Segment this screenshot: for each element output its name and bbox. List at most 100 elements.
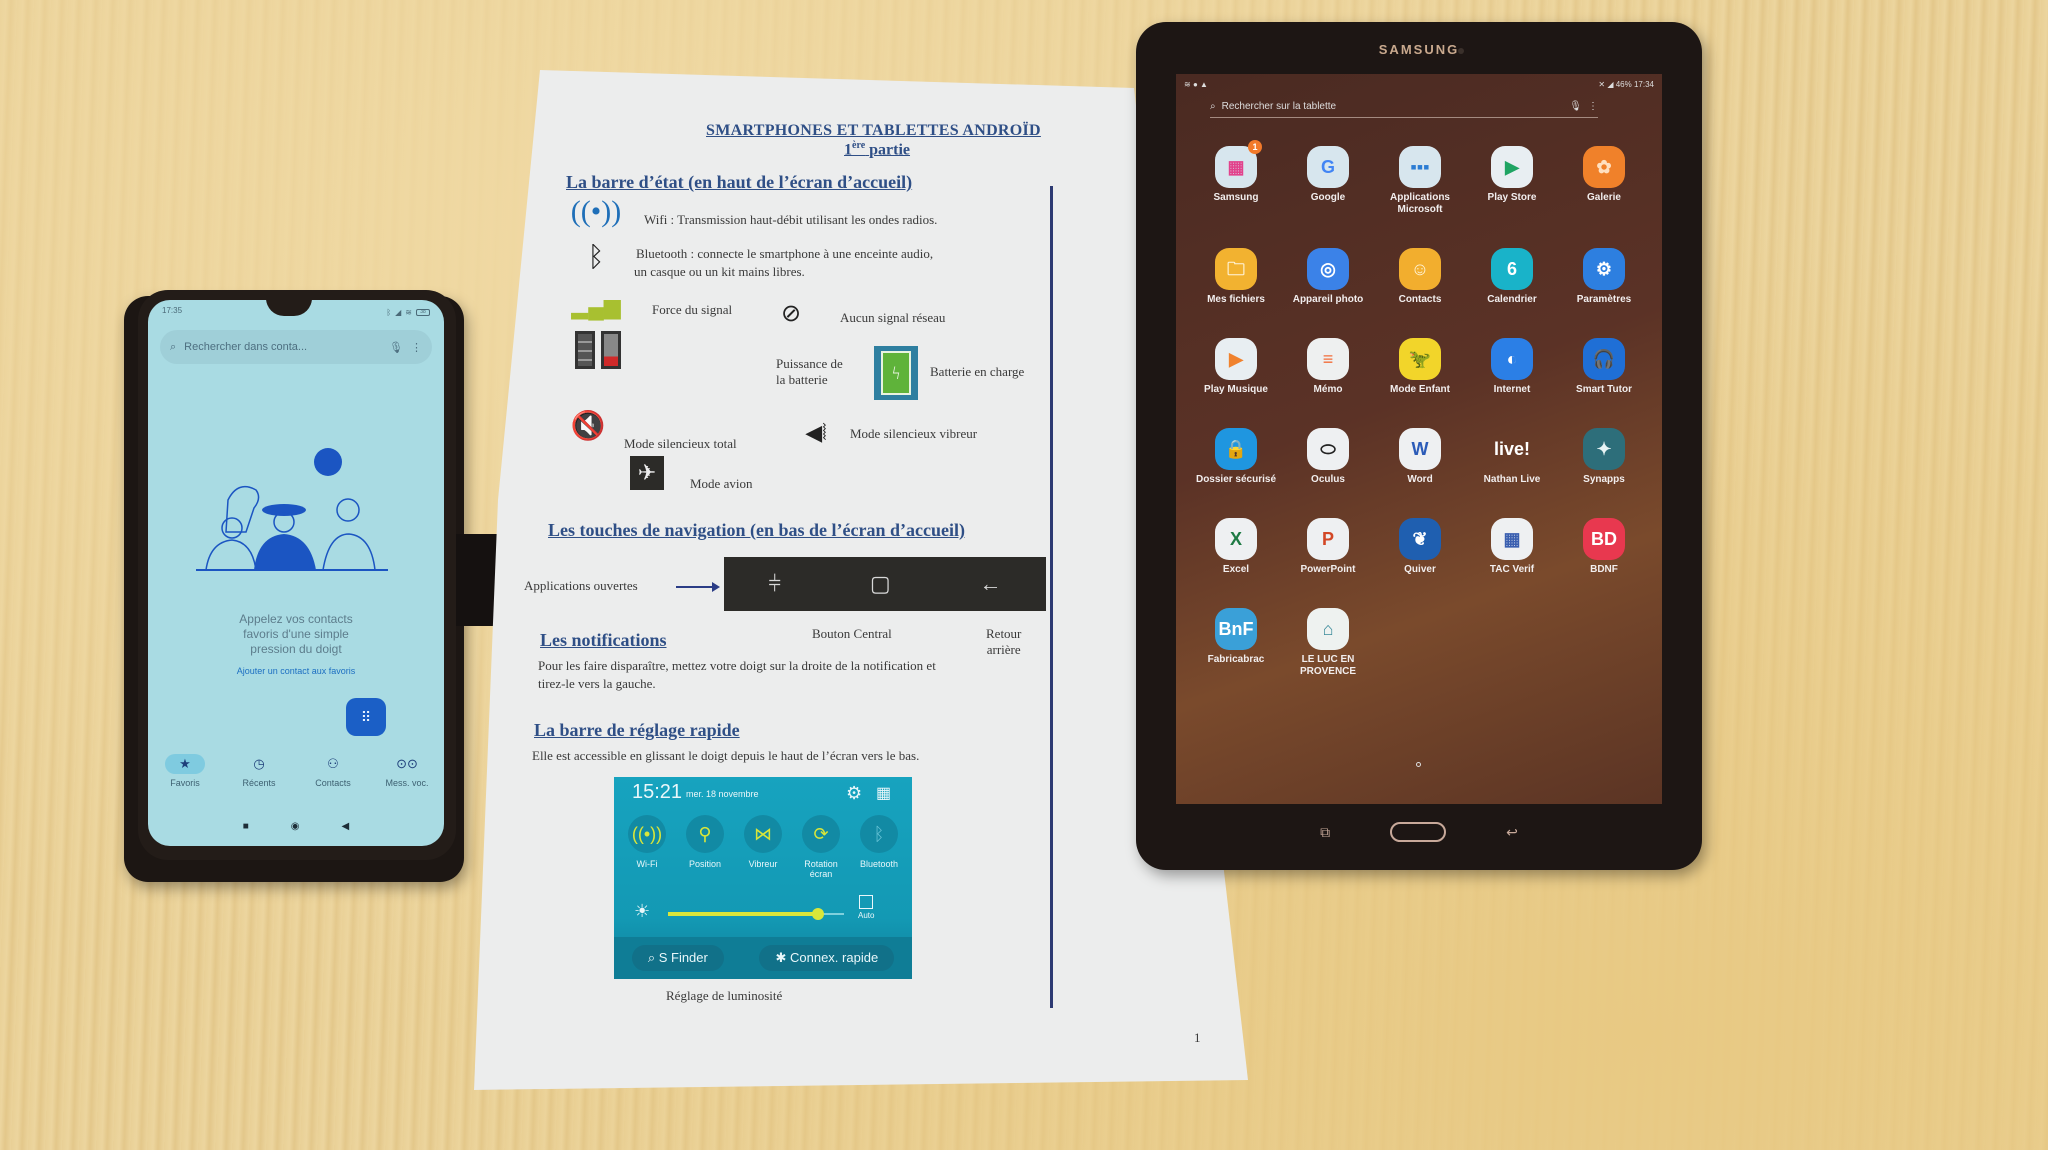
tablet: SAMSUNG ≋ ● ▲ ✕ ◢ 46% 17:34 ⌕ Rechercher… (1136, 22, 1702, 870)
app-mode-enfant[interactable]: 🦖 Mode Enfant (1374, 338, 1466, 396)
home-key[interactable] (1390, 822, 1447, 842)
app-dossier-s-curis-[interactable]: 🔒 Dossier sécurisé (1190, 428, 1282, 486)
battery-charging-label: Batterie en charge (930, 364, 1025, 379)
app-icon: P (1307, 518, 1349, 560)
grid-edit-icon: ▦ (876, 785, 892, 802)
search-input[interactable]: Rechercher dans conta... (184, 341, 381, 353)
qs-time: 15:21 (632, 781, 683, 803)
s-finder-pill: ⌕ S Finder (631, 945, 724, 971)
back-key[interactable]: ↩ (1506, 824, 1518, 841)
app-icon: ☺ (1399, 248, 1441, 290)
phone-system-nav: ■ ◉ ◀ (148, 816, 444, 836)
tab-recents[interactable]: ◷ Récents (228, 754, 290, 804)
auto-label: Auto (858, 911, 875, 920)
app-icon: ⌂ (1307, 608, 1349, 650)
app-label: Synapps (1583, 474, 1625, 485)
app-m-mo[interactable]: ≡ Mémo (1282, 338, 1374, 396)
search-input[interactable]: Rechercher sur la tablette (1222, 101, 1564, 112)
search-icon: ⌕ (647, 950, 659, 965)
app-appareil-photo[interactable]: ◎ Appareil photo (1282, 248, 1374, 306)
app-google[interactable]: G Google (1282, 146, 1374, 216)
app-contacts[interactable]: ☺ Contacts (1374, 248, 1466, 306)
signal-strength-icon: ▂▄▆ (571, 294, 621, 319)
people-icon: ⚇ (327, 756, 339, 771)
app-internet[interactable]: ◐ Internet (1466, 338, 1558, 396)
qs-tile-label: Position (688, 859, 722, 869)
brightness-slider (668, 908, 844, 920)
app-play-store[interactable]: ▶ Play Store (1466, 146, 1558, 216)
app-oculus[interactable]: ⬭ Oculus (1282, 428, 1374, 486)
app-excel[interactable]: X Excel (1190, 518, 1282, 576)
add-favorite-link[interactable]: Ajouter un contact aux favoris (148, 666, 444, 676)
microphone-icon[interactable]: 🎙 (389, 341, 403, 354)
qs-tile-label: Bluetooth (859, 859, 899, 869)
vibrate-icon: ⋈ (744, 815, 782, 853)
app-mes-fichiers[interactable]: 🗀 Mes fichiers (1190, 248, 1282, 306)
home-button[interactable]: ◉ (291, 821, 300, 832)
app-label: Mes fichiers (1207, 294, 1265, 305)
tablet-search-bar[interactable]: ⌕ Rechercher sur la tablette 🎙 ⋮ (1210, 96, 1598, 118)
heading-status-bar: La barre d’état (en haut de l’écran d’ac… (566, 172, 913, 192)
microphone-icon[interactable]: 🎙 (1569, 101, 1582, 112)
app-quiver[interactable]: ❦ Quiver (1374, 518, 1466, 576)
app-label: Google (1310, 192, 1346, 203)
tab-favoris[interactable]: ★ Favoris (154, 754, 216, 804)
app-nathan-live[interactable]: live! Nathan Live (1466, 428, 1558, 486)
app-label: TAC Verif (1489, 564, 1535, 575)
app-synapps[interactable]: ✦ Synapps (1558, 428, 1650, 486)
recents-button[interactable]: ■ (243, 821, 249, 832)
qs-bottom-bar: ⌕ S Finder ✱ Connex. rapide (614, 937, 912, 979)
recents-key[interactable]: ⧉ (1320, 824, 1330, 841)
qs-tile-label: Wi-Fi (636, 859, 658, 869)
silent-mode-label: Mode silencieux total (624, 436, 737, 451)
app-smart-tutor[interactable]: 🎧 Smart Tutor (1558, 338, 1650, 396)
tab-contacts[interactable]: ⚇ Contacts (302, 754, 364, 804)
notifications-text-line1: Pour les faire disparaître, mettez votre… (538, 658, 936, 673)
qs-date: mer. 18 novembre (686, 789, 759, 799)
wifi-icon: ((•)) (628, 815, 666, 853)
airplane-mode-icon: ✈ (630, 456, 664, 490)
app-applications-microsoft[interactable]: ▪▪▪ Applications Microsoft (1374, 146, 1466, 216)
app-powerpoint[interactable]: P PowerPoint (1282, 518, 1374, 576)
app-icon: 🔒 (1215, 428, 1257, 470)
app-fabricabrac[interactable]: BnF Fabricabrac (1190, 608, 1282, 678)
app-icon: 6 (1491, 248, 1533, 290)
app-icon: 🎧 (1583, 338, 1625, 380)
app-label: Play Musique (1204, 384, 1268, 395)
tab-voicemail[interactable]: ⊙⊙ Mess. voc. (376, 754, 438, 804)
more-options-icon[interactable]: ⋮ (1588, 101, 1598, 112)
app-play-musique[interactable]: ▶ Play Musique (1190, 338, 1282, 396)
brightness-icon: ☀ (634, 901, 651, 921)
app-icon: ⬭ (1307, 428, 1349, 470)
heading-navigation: Les touches de navigation (en bas de l’é… (548, 520, 965, 540)
document-subtitle: 1ère partie (844, 140, 910, 159)
app-tac-verif[interactable]: ▦ TAC Verif (1466, 518, 1558, 576)
favorites-illustration (196, 448, 388, 571)
app-grid: ▦ 1 Samsung G Google ▪▪▪ Applications Microsof… (1190, 140, 1650, 678)
app-label: Quiver (1404, 564, 1436, 575)
no-signal-label: Aucun signal réseau (840, 310, 946, 325)
vibrate-mode-label: Mode silencieux vibreur (850, 426, 978, 441)
app-word[interactable]: W Word (1374, 428, 1466, 486)
app-calendrier[interactable]: 6 Calendrier (1466, 248, 1558, 306)
dialpad-button[interactable]: ⠿ (346, 698, 386, 736)
app-label: Nathan Live (1483, 474, 1541, 485)
location-pin-icon: ⚲ (686, 815, 724, 853)
bluetooth-icon: ᛒ (587, 242, 605, 273)
contacts-search-bar[interactable]: ⌕ Rechercher dans conta... 🎙 ⋮ (160, 330, 432, 364)
app-bdnf[interactable]: BD BDNF (1558, 518, 1650, 576)
brightness-slider-fill (668, 912, 818, 916)
back-label: Retour arrière (986, 626, 1021, 658)
app-icon: ❦ (1399, 518, 1441, 560)
app-galerie[interactable]: ✿ Galerie (1558, 146, 1650, 216)
illustration-sun (314, 448, 342, 476)
page-indicator-dot (1416, 762, 1421, 767)
app-le-luc-en-provence[interactable]: ⌂ LE LUC EN PROVENCE (1282, 608, 1374, 678)
app-samsung[interactable]: ▦ 1 Samsung (1190, 140, 1282, 216)
app-param-tres[interactable]: ⚙ Paramètres (1558, 248, 1650, 306)
more-options-icon[interactable]: ⋮ (411, 341, 422, 354)
app-label: LE LUC EN PROVENCE (1299, 654, 1357, 677)
back-arrow-icon: ← (979, 571, 1002, 596)
back-button[interactable]: ◀ (342, 821, 350, 832)
brightness-slider-thumb (811, 908, 824, 920)
